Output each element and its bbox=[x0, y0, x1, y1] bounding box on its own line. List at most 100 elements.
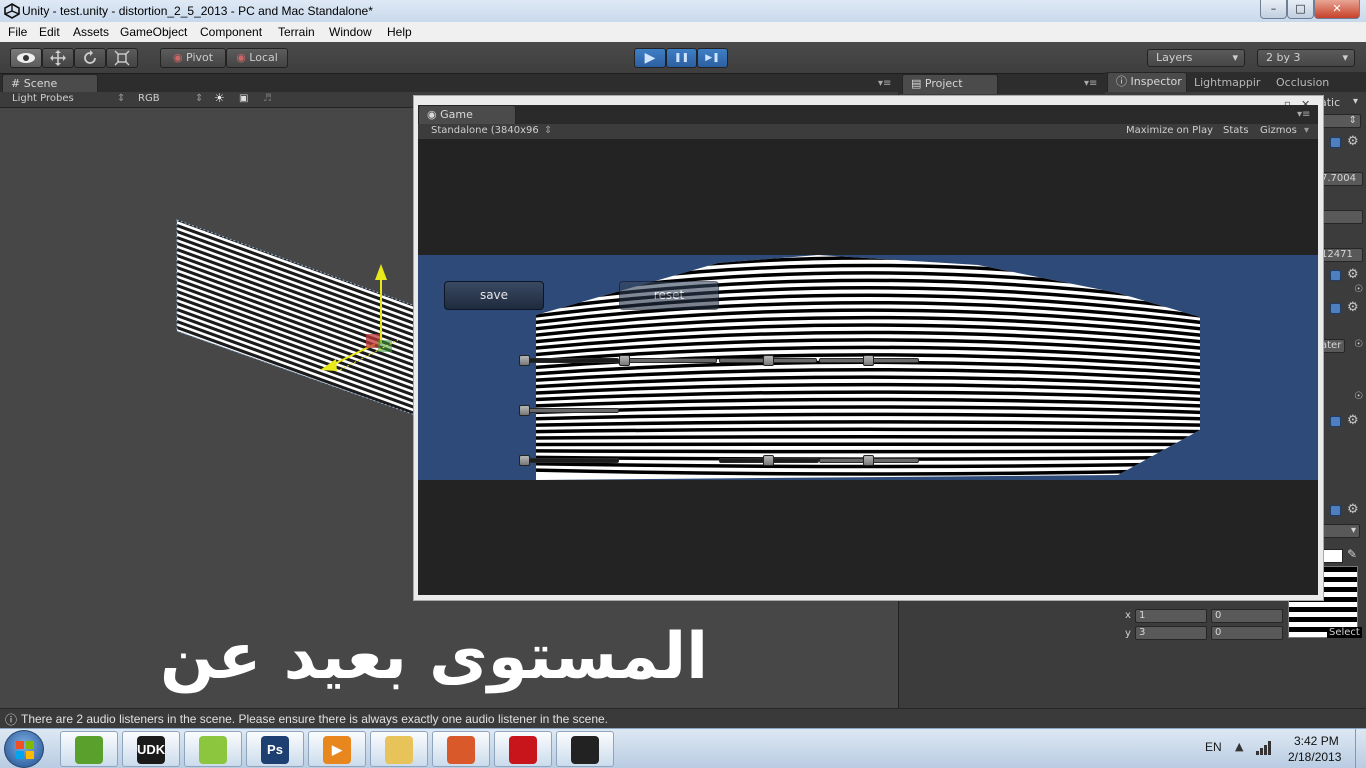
tab-game-label: Game bbox=[440, 108, 473, 121]
eyedropper-icon[interactable]: ✎ bbox=[1347, 547, 1357, 561]
project-tab-menu-icon[interactable]: ▾≡ bbox=[1084, 78, 1097, 89]
maximize-on-play-toggle[interactable]: Maximize on Play bbox=[1126, 125, 1213, 136]
taskbar-app-udk[interactable]: UDK bbox=[122, 731, 180, 767]
static-dropdown-icon[interactable]: ▾ bbox=[1353, 96, 1358, 107]
local-label: Local bbox=[249, 51, 278, 64]
local-toggle[interactable]: ◉ Local bbox=[226, 48, 288, 68]
material-picker-icon[interactable]: ☉ bbox=[1354, 339, 1363, 350]
pause-button[interactable]: ❚❚ bbox=[666, 48, 697, 68]
taskbar-app-windows-live[interactable] bbox=[184, 731, 242, 767]
view-tool-button[interactable] bbox=[10, 48, 42, 68]
help-book-icon-4[interactable] bbox=[1330, 416, 1341, 427]
layout-dropdown[interactable]: 2 by 3 bbox=[1257, 49, 1355, 67]
color-mode-dropdown[interactable]: RGB bbox=[138, 93, 160, 104]
taskbar-app-unity[interactable] bbox=[556, 731, 614, 767]
slider-knob-3b[interactable] bbox=[763, 455, 774, 466]
menu-terrain[interactable]: Terrain bbox=[278, 25, 315, 39]
step-button[interactable]: ▶❚ bbox=[697, 48, 728, 68]
gear-icon[interactable]: ⚙ bbox=[1347, 134, 1359, 149]
scale-tool-button[interactable] bbox=[106, 48, 138, 68]
tab-occlusion[interactable]: Occlusion bbox=[1276, 74, 1329, 94]
gear-icon-2[interactable]: ⚙ bbox=[1347, 267, 1359, 282]
slider-knob-1b[interactable] bbox=[619, 355, 630, 366]
start-button[interactable] bbox=[4, 730, 44, 768]
help-book-icon-2[interactable] bbox=[1330, 270, 1341, 281]
menu-edit[interactable]: Edit bbox=[39, 25, 60, 39]
object-picker-icon[interactable]: ☉ bbox=[1354, 284, 1363, 295]
tab-project[interactable]: ▤ Project bbox=[902, 74, 998, 94]
striped-plane[interactable] bbox=[170, 208, 430, 536]
resolution-dropdown[interactable]: Standalone (3840x96 bbox=[431, 125, 539, 136]
slider-track-1a[interactable] bbox=[524, 358, 619, 363]
minimize-button[interactable]: – bbox=[1260, 0, 1287, 19]
scene-tab-menu-icon[interactable]: ▾≡ bbox=[878, 78, 891, 89]
offset-y-field[interactable]: 0 bbox=[1211, 626, 1283, 640]
menu-window[interactable]: Window bbox=[329, 25, 372, 39]
tiling-y-field[interactable]: 3 bbox=[1135, 626, 1207, 640]
save-button[interactable]: save bbox=[444, 281, 544, 310]
tab-game[interactable]: ◉ Game bbox=[418, 105, 516, 125]
taskbar-app-evernote[interactable] bbox=[60, 731, 118, 767]
scene-image-icon[interactable]: ▣ bbox=[239, 93, 248, 104]
status-bar[interactable]: ⓘ There are 2 audio listeners in the sce… bbox=[0, 708, 1366, 728]
scene-audio-icon[interactable]: ♬ bbox=[263, 93, 272, 104]
slider-knob-2[interactable] bbox=[519, 405, 530, 416]
scene-lighting-icon[interactable]: ☀ bbox=[214, 91, 225, 105]
layers-dropdown[interactable]: Layers bbox=[1147, 49, 1245, 67]
taskbar-app-photoshop[interactable]: Ps bbox=[246, 731, 304, 767]
taskbar-app-acrobat[interactable] bbox=[494, 731, 552, 767]
menu-help[interactable]: Help bbox=[387, 25, 412, 39]
tab-inspector[interactable]: ⓘ Inspector bbox=[1107, 72, 1187, 92]
tab-lightmapping[interactable]: Lightmappir bbox=[1194, 74, 1260, 94]
close-button[interactable]: ✕ bbox=[1314, 0, 1360, 19]
main-color-swatch[interactable] bbox=[1323, 549, 1343, 563]
slider-track-3a[interactable] bbox=[524, 458, 619, 463]
stats-toggle[interactable]: Stats bbox=[1223, 125, 1249, 136]
help-book-icon[interactable] bbox=[1330, 137, 1341, 148]
taskbar-app-explorer[interactable] bbox=[370, 731, 428, 767]
move-tool-button[interactable] bbox=[42, 48, 74, 68]
input-language[interactable]: EN bbox=[1205, 740, 1222, 754]
inspector-tab-strip: ⓘ Inspector Lightmappir Occlusion bbox=[1105, 72, 1366, 92]
game-view[interactable]: save reset bbox=[418, 255, 1318, 480]
evernote-icon bbox=[75, 736, 103, 764]
gizmos-dropdown[interactable]: Gizmos bbox=[1260, 125, 1297, 136]
help-book-icon-5[interactable] bbox=[1330, 505, 1341, 516]
clock-date[interactable]: 2/18/2013 bbox=[1288, 750, 1341, 764]
menu-component[interactable]: Component bbox=[200, 25, 262, 39]
offset-x-field[interactable]: 0 bbox=[1211, 609, 1283, 623]
maximize-button[interactable]: □ bbox=[1287, 0, 1314, 19]
layer-field[interactable]: ⇕ bbox=[1319, 114, 1361, 128]
shader-dropdown-arrow-icon: ▾ bbox=[1350, 525, 1356, 536]
render-mode-dropdown[interactable]: Light Probes bbox=[12, 93, 74, 104]
slider-track-2[interactable] bbox=[524, 408, 619, 413]
slider-knob-1a[interactable] bbox=[519, 355, 530, 366]
slider-track-1b[interactable] bbox=[619, 358, 717, 363]
play-button[interactable]: ▶ bbox=[634, 48, 666, 68]
slider-knob-1c[interactable] bbox=[763, 355, 774, 366]
taskbar-app-media-player[interactable]: ▶ bbox=[308, 731, 366, 767]
tab-scene[interactable]: # Scene bbox=[2, 74, 98, 94]
slider-knob-1d[interactable] bbox=[863, 355, 874, 366]
menu-file[interactable]: File bbox=[8, 25, 27, 39]
taskbar-app-firefox[interactable] bbox=[432, 731, 490, 767]
game-tab-menu-icon[interactable]: ▾≡ bbox=[1297, 109, 1310, 120]
rotate-tool-button[interactable] bbox=[74, 48, 106, 68]
gear-icon-3[interactable]: ⚙ bbox=[1347, 300, 1359, 315]
pivot-toggle[interactable]: ◉ Pivot bbox=[160, 48, 226, 68]
show-desktop-button[interactable] bbox=[1355, 729, 1366, 768]
menu-assets[interactable]: Assets bbox=[73, 25, 109, 39]
tiling-x-field[interactable]: 1 bbox=[1135, 609, 1207, 623]
slider-knob-3c[interactable] bbox=[863, 455, 874, 466]
reset-button[interactable]: reset bbox=[619, 281, 719, 310]
slider-knob-3a[interactable] bbox=[519, 455, 530, 466]
texture-select-button[interactable]: Select bbox=[1327, 627, 1362, 638]
clock-time[interactable]: 3:42 PM bbox=[1294, 734, 1339, 748]
help-book-icon-3[interactable] bbox=[1330, 303, 1341, 314]
object-picker-icon-2[interactable]: ☉ bbox=[1354, 391, 1363, 402]
tray-arrow-icon[interactable]: ▲ bbox=[1235, 740, 1243, 753]
network-icon[interactable] bbox=[1256, 741, 1274, 755]
menu-gameobject[interactable]: GameObject bbox=[120, 25, 187, 39]
gear-icon-5[interactable]: ⚙ bbox=[1347, 502, 1359, 517]
gear-icon-4[interactable]: ⚙ bbox=[1347, 413, 1359, 428]
